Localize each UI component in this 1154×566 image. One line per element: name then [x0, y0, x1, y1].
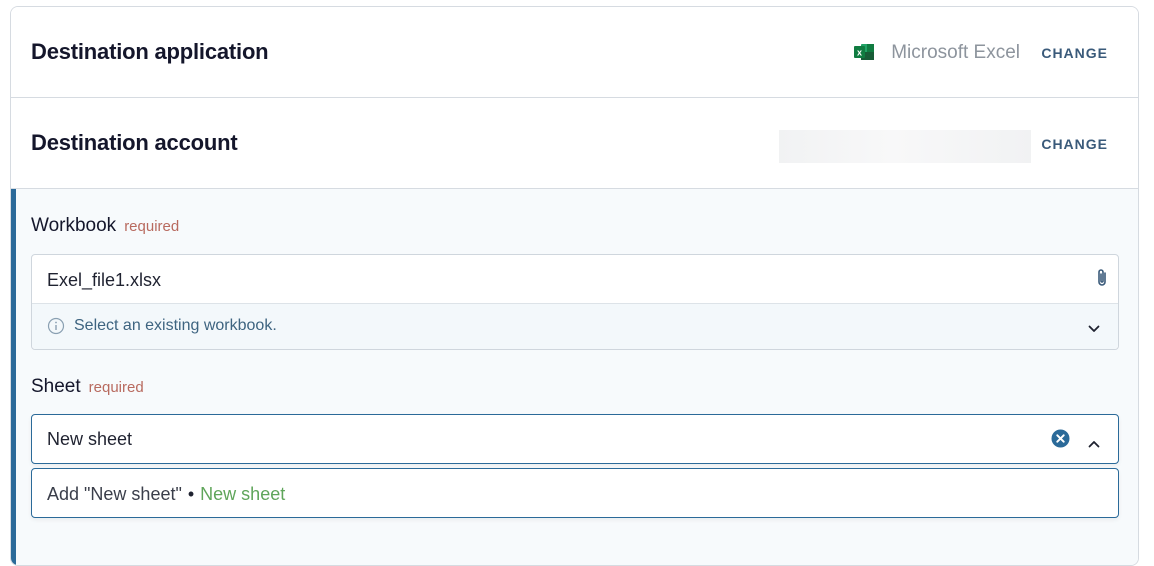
workbook-label: Workbook required [31, 215, 179, 237]
sheet-label: Sheet required [31, 376, 144, 398]
sheet-select[interactable]: New sheet [31, 414, 1119, 464]
workbook-value: Exel_file1.xlsx [47, 270, 162, 290]
chevron-down-icon[interactable] [1088, 320, 1100, 338]
info-icon [47, 317, 65, 340]
workbook-required-tag: required [124, 218, 180, 235]
destination-application-title: Destination application [31, 39, 269, 64]
change-application-button[interactable]: CHANGE [1041, 45, 1108, 61]
clear-icon[interactable] [1051, 429, 1070, 453]
workbook-label-text: Workbook [31, 215, 117, 236]
sheet-label-text: Sheet [31, 376, 81, 397]
destination-card: Destination application x Microsoft Exce… [10, 6, 1139, 566]
sheet-value: New sheet [47, 429, 133, 449]
option-prefix: Add "New sheet" [47, 484, 182, 504]
workbook-hint-text: Select an existing workbook. [74, 317, 277, 334]
app-name: Microsoft Excel [891, 42, 1020, 63]
sheet-option-list: Add "New sheet" • New sheet [31, 468, 1119, 518]
destination-account-title: Destination account [31, 130, 238, 155]
settings-panel: Workbook required Exel_file1.xlsx Select … [11, 189, 1138, 565]
paperclip-icon[interactable] [1096, 268, 1108, 293]
change-account-button[interactable]: CHANGE [1041, 136, 1108, 152]
option-new-sheet-name: New sheet [200, 484, 286, 504]
svg-text:x: x [857, 48, 862, 58]
excel-icon: x [854, 43, 875, 61]
account-name-placeholder [779, 130, 1031, 163]
destination-application-row: Destination application x Microsoft Exce… [11, 7, 1138, 98]
add-new-sheet-option[interactable]: Add "New sheet" • New sheet [47, 484, 285, 505]
option-separator: • [187, 484, 195, 504]
chevron-up-icon[interactable] [1088, 435, 1100, 453]
workbook-hint-row[interactable]: Select an existing workbook. [32, 303, 1118, 349]
destination-account-row: Destination account CHANGE [11, 98, 1138, 189]
workbook-field[interactable]: Exel_file1.xlsx Select an existing workb… [31, 254, 1119, 350]
sheet-required-tag: required [88, 379, 144, 396]
